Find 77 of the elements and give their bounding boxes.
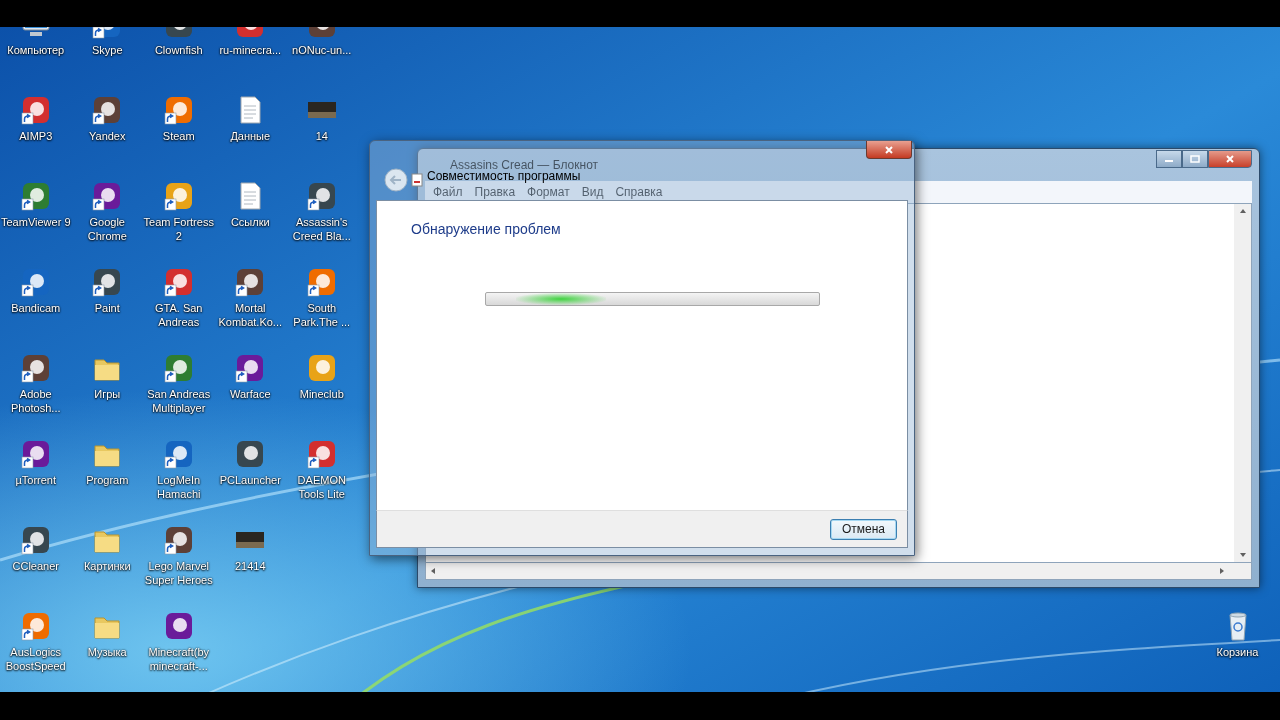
- icon-label: Adobe Photosh...: [9, 387, 62, 415]
- icon-label: Корзина: [1216, 645, 1259, 659]
- icon-label: Mortal Kombat.Ko...: [217, 301, 284, 329]
- scroll-up-icon[interactable]: [1238, 208, 1247, 214]
- icon-label: LogMeIn Hamachi: [156, 473, 202, 501]
- icon-label: Warface: [229, 387, 271, 401]
- menu-item[interactable]: Вид: [581, 185, 604, 199]
- minimize-button[interactable]: [1156, 150, 1182, 168]
- cancel-button[interactable]: Отмена: [830, 518, 897, 540]
- dialog-heading: Обнаружение проблем: [411, 221, 562, 237]
- icon-label: San Andreas Multiplayer: [146, 387, 212, 415]
- icon-label: CCleaner: [12, 559, 59, 573]
- icon-label: Компьютер: [7, 43, 65, 57]
- close-icon: [1225, 154, 1235, 164]
- horizontal-scrollbar[interactable]: [425, 563, 1252, 580]
- vertical-scrollbar[interactable]: [1234, 204, 1251, 562]
- menu-item[interactable]: Правка: [474, 185, 516, 199]
- app-icon[interactable]: [19, 438, 52, 470]
- icon-label: nONuc-un...: [292, 43, 352, 57]
- dialog-title: Совместимость программы: [427, 170, 581, 182]
- icon-label: Музыка: [87, 645, 127, 659]
- icon-label: TeamViewer 9: [1, 215, 71, 229]
- icon-label: AusLogics BoostSpeed: [4, 645, 67, 673]
- app-icon[interactable]: [305, 438, 338, 470]
- icon-label: 21414: [234, 559, 266, 573]
- icon-label: Assassin's Creed Bla...: [291, 215, 352, 243]
- menu-item[interactable]: Справка: [615, 185, 663, 199]
- scroll-left-icon[interactable]: [430, 567, 436, 575]
- menu-item[interactable]: Формат: [527, 185, 570, 199]
- close-button[interactable]: [866, 141, 912, 159]
- icon-label: Mineclub: [299, 387, 344, 401]
- icon-label: Program: [86, 473, 129, 487]
- icon-label: Игры: [94, 387, 121, 401]
- icon-label: Lego Marvel Super Heroes: [143, 559, 214, 587]
- app-icon[interactable]: [162, 524, 195, 556]
- scroll-down-icon[interactable]: [1238, 552, 1247, 558]
- window-title: Assasins Cread — Блокнот: [450, 158, 600, 172]
- maximize-icon: [1190, 154, 1200, 164]
- app-icon[interactable]: [19, 94, 52, 126]
- icon-label: Ссылки: [230, 215, 270, 229]
- icon-label: Bandicam: [11, 301, 61, 315]
- icon-label: 14: [315, 129, 328, 143]
- app-icon[interactable]: [305, 180, 338, 212]
- menu-item[interactable]: Файл: [433, 185, 463, 199]
- app-icon[interactable]: [162, 94, 195, 126]
- icon-label: Данные: [230, 129, 271, 143]
- icon-label: AIMP3: [19, 129, 53, 143]
- icon-label: Skype: [91, 43, 123, 57]
- app-icon[interactable]: [19, 352, 52, 384]
- close-icon: [884, 144, 894, 155]
- icon-label: GTA. San Andreas: [154, 301, 204, 329]
- icon-label: DAEMON Tools Lite: [296, 473, 347, 501]
- icon-label: Google Chrome: [86, 215, 128, 243]
- maximize-button[interactable]: [1182, 150, 1208, 168]
- app-icon[interactable]: [19, 180, 52, 212]
- back-button[interactable]: [384, 167, 408, 192]
- icon-label: µTorrent: [15, 473, 57, 487]
- app-icon[interactable]: [162, 352, 195, 384]
- icon-label: Steam: [162, 129, 195, 143]
- icon-label: ru-minecra...: [219, 43, 282, 57]
- icon-label: PCLauncher: [219, 473, 281, 487]
- app-icon[interactable]: [162, 438, 195, 470]
- app-icon[interactable]: [19, 524, 52, 556]
- icon-label: Team Fortress 2: [143, 215, 215, 243]
- app-icon[interactable]: [305, 266, 338, 298]
- icon-label: Minecraft(by minecraft-...: [147, 645, 210, 673]
- icon-label: Картинки: [83, 559, 131, 573]
- app-icon[interactable]: [19, 266, 52, 298]
- icon-label: Yandex: [89, 129, 126, 143]
- icon-label: South Park.The ...: [292, 301, 352, 329]
- icon-label: Clownfish: [154, 43, 203, 57]
- app-icon: [410, 172, 424, 187]
- close-button[interactable]: [1208, 150, 1252, 168]
- scroll-right-icon[interactable]: [1219, 567, 1225, 575]
- app-icon[interactable]: [162, 180, 195, 212]
- app-icon[interactable]: [162, 266, 195, 298]
- icon-label: Paint: [94, 301, 120, 315]
